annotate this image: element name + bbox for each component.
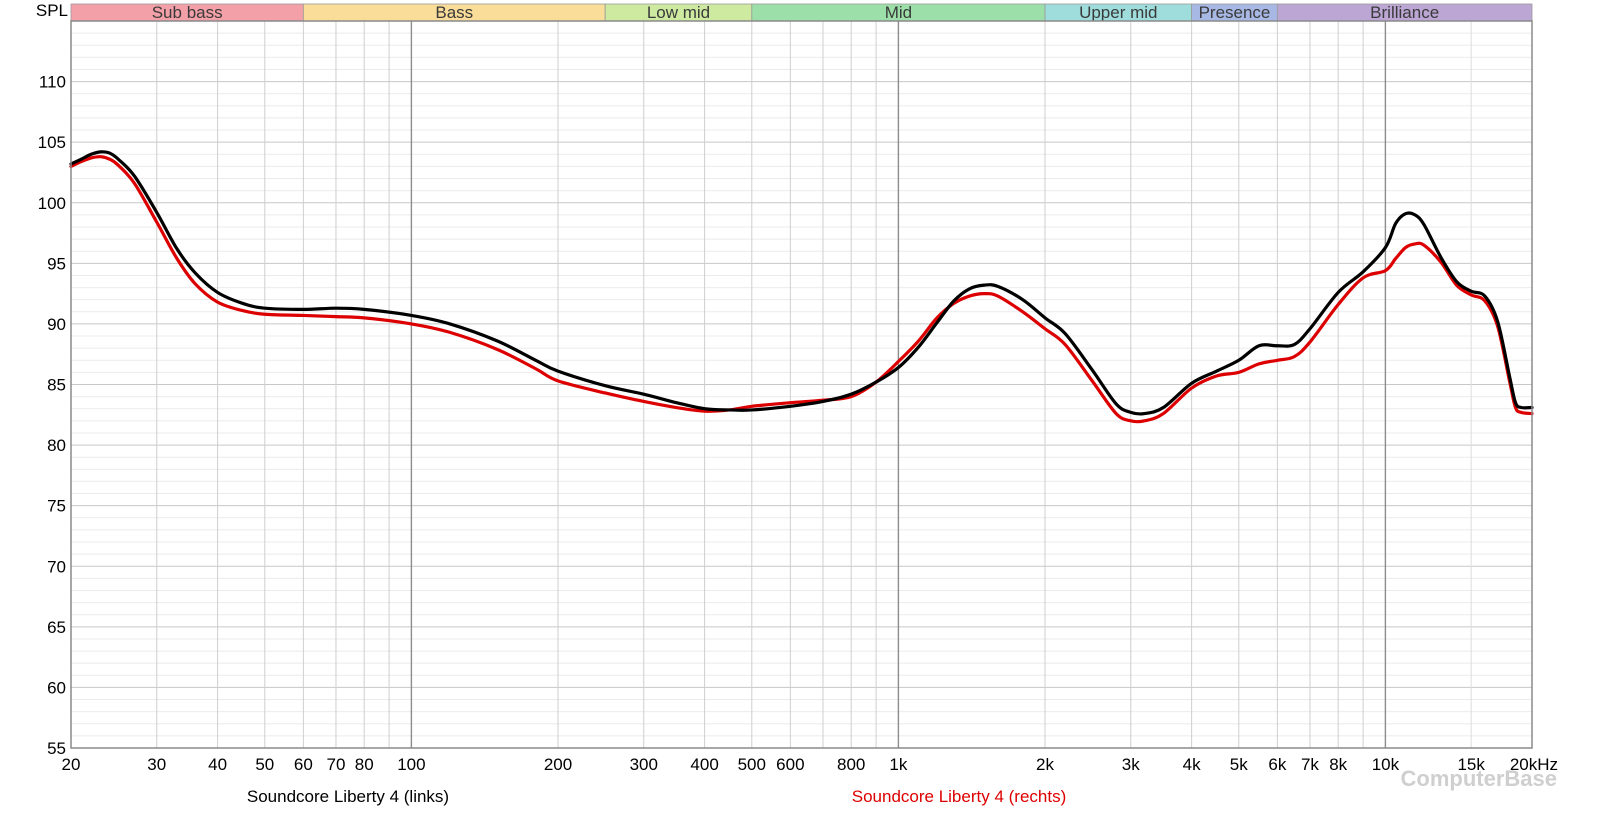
- y-tick-label-95: 95: [47, 254, 66, 273]
- band-label-6: Brilliance: [1370, 3, 1439, 22]
- x-tick-label-18: 5k: [1230, 755, 1248, 774]
- band-label-2: Low mid: [647, 3, 710, 22]
- x-tick-label-1: 30: [147, 755, 166, 774]
- x-tick-label-5: 70: [327, 755, 346, 774]
- legend-item-1: Soundcore Liberty 4 (rechts): [852, 787, 1067, 806]
- x-tick-label-7: 100: [397, 755, 425, 774]
- y-tick-label-85: 85: [47, 376, 66, 395]
- y-tick-label-60: 60: [47, 678, 66, 697]
- band-label-3: Mid: [885, 3, 912, 22]
- grid-lines: [70, 20, 1533, 749]
- y-tick-label-70: 70: [47, 557, 66, 576]
- x-tick-label-21: 8k: [1329, 755, 1347, 774]
- y-tick-label-110: 110: [39, 73, 66, 92]
- y-tick-label-90: 90: [47, 315, 66, 334]
- x-tick-label-16: 3k: [1122, 755, 1140, 774]
- y-tick-label-75: 75: [47, 497, 66, 516]
- band-label-4: Upper mid: [1079, 3, 1157, 22]
- frequency-bands: Sub bass Bass Low mid Mid Upper mid Presence B…: [70, 3, 1533, 22]
- x-tick-label-20: 7k: [1301, 755, 1319, 774]
- x-tick-label-9: 300: [630, 755, 658, 774]
- x-tick-label-10: 400: [690, 755, 718, 774]
- x-tick-label-3: 50: [255, 755, 274, 774]
- y-tick-label-65: 65: [47, 618, 66, 637]
- band-label-5: Presence: [1199, 3, 1271, 22]
- frequency-response-chart: Sub bass Bass Low mid Mid Upper mid Presence B…: [0, 0, 1600, 831]
- x-tick-label-12: 600: [776, 755, 804, 774]
- x-tick-label-0: 20: [62, 755, 81, 774]
- legend-item-0: Soundcore Liberty 4 (links): [247, 787, 449, 806]
- x-tick-label-19: 6k: [1268, 755, 1286, 774]
- x-tick-label-4: 60: [294, 755, 313, 774]
- x-tick-label-11: 500: [738, 755, 766, 774]
- x-tick-label-14: 1k: [889, 755, 907, 774]
- x-tick-label-6: 80: [355, 755, 374, 774]
- y-tick-label-100: 100: [38, 194, 66, 213]
- x-tick-label-2: 40: [208, 755, 227, 774]
- x-tick-label-22: 10k: [1372, 755, 1400, 774]
- x-tick-label-15: 2k: [1036, 755, 1054, 774]
- band-label-0: Sub bass: [152, 3, 223, 22]
- y-tick-label-80: 80: [47, 436, 66, 455]
- x-tick-label-17: 4k: [1183, 755, 1201, 774]
- x-tick-label-13: 800: [837, 755, 865, 774]
- watermark-logo: ComputerBase: [1401, 766, 1557, 791]
- y-axis-label: SPL: [36, 1, 68, 20]
- band-label-1: Bass: [435, 3, 473, 22]
- x-tick-label-8: 200: [544, 755, 572, 774]
- y-tick-label-105: 105: [38, 133, 66, 152]
